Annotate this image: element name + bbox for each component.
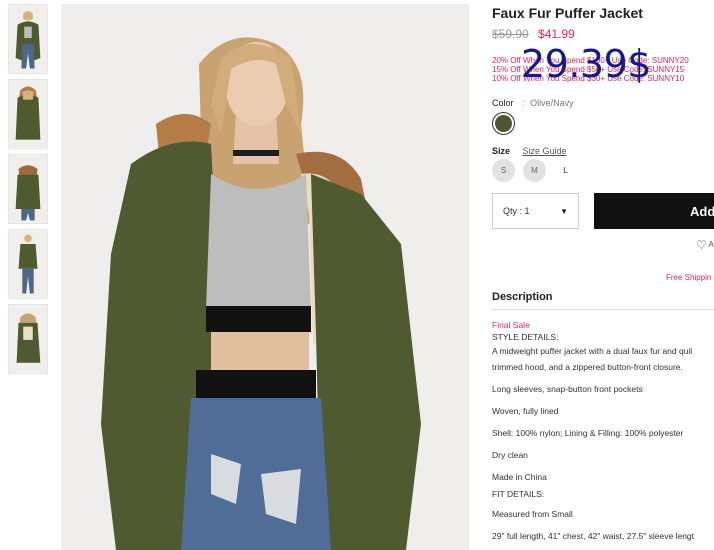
style-details-heading: STYLE DETAILS: <box>492 332 559 342</box>
size-option-m[interactable]: M <box>523 159 546 182</box>
color-value: Olive/Navy <box>530 98 574 108</box>
description-line: A midweight puffer jacket with a dual fa… <box>492 346 693 356</box>
quantity-value: Qty : 1 <box>503 206 530 216</box>
model-illustration <box>61 4 469 550</box>
thumbnail-5-image <box>9 305 47 373</box>
thumbnail-1-image <box>9 5 47 73</box>
final-sale-label: Final Sale <box>492 320 530 330</box>
description-line: Woven, fully lined <box>492 406 559 416</box>
color-row: Color : Olive/Navy <box>492 98 574 108</box>
thumbnail-2[interactable] <box>8 79 48 149</box>
thumbnail-1[interactable] <box>8 4 48 74</box>
description-line: 29" full length, 41" chest, 42" waist, 2… <box>492 531 695 541</box>
size-options: S M L <box>492 159 577 182</box>
description-line: Long sleeves, snap-button front pockets <box>492 384 643 394</box>
size-option-s[interactable]: S <box>492 159 515 182</box>
price-row: $59.90 $41.99 <box>492 27 575 41</box>
free-shipping-note: Free Shippin <box>666 273 712 282</box>
description-line: Shell: 100% nylon; Lining & Filling: 100… <box>492 428 684 438</box>
add-to-bag-button[interactable]: Add <box>594 193 714 229</box>
description-divider <box>492 309 714 310</box>
original-price: $59.90 <box>492 27 529 41</box>
description-heading: Description <box>492 291 553 303</box>
swatch-fill <box>495 115 512 132</box>
product-info-panel: Faux Fur Puffer Jacket $59.90 $41.99 20%… <box>492 0 714 550</box>
thumbnail-2-image <box>9 80 47 148</box>
description-line: Made in China <box>492 472 547 482</box>
description-line: Dry clean <box>492 450 528 460</box>
description-line: trimmed hood, and a zippered button-fron… <box>492 362 683 372</box>
main-product-image[interactable] <box>61 4 469 550</box>
overlay-price: 29.39$ <box>521 42 651 86</box>
size-row: Size Size Guide <box>492 146 567 156</box>
thumbnail-4-image <box>9 230 47 298</box>
thumbnail-strip <box>8 4 48 379</box>
thumbnail-3-image <box>9 155 47 223</box>
heart-icon: ♡ <box>696 238 707 252</box>
quantity-select[interactable]: Qty : 1 ▼ <box>492 193 579 229</box>
size-guide-link[interactable]: Size Guide <box>523 146 567 156</box>
thumbnail-5[interactable] <box>8 304 48 374</box>
caret-down-icon: ▼ <box>560 206 568 216</box>
size-label: Size <box>492 146 511 156</box>
color-swatch-olive[interactable] <box>492 112 515 135</box>
size-option-l[interactable]: L <box>554 159 577 182</box>
sale-price: $41.99 <box>538 27 575 41</box>
wishlist-button[interactable]: ♡ A <box>696 238 714 252</box>
color-separator: : <box>522 98 525 108</box>
wishlist-label: A <box>708 240 714 250</box>
thumbnail-3[interactable] <box>8 154 48 224</box>
color-label: Color <box>492 98 514 108</box>
product-title: Faux Fur Puffer Jacket <box>492 5 643 21</box>
description-line: Measured from Small <box>492 509 573 519</box>
fit-details-heading: FIT DETAILS: <box>492 489 545 499</box>
thumbnail-4[interactable] <box>8 229 48 299</box>
